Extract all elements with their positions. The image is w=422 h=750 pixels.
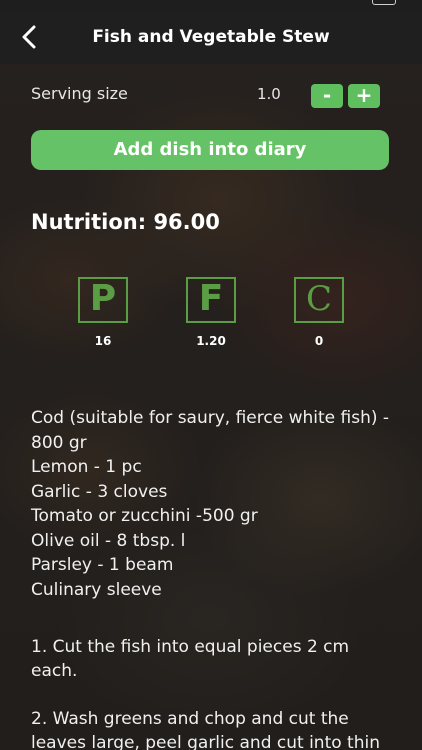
protein-letter: P xyxy=(89,278,117,319)
protein-badge: P xyxy=(78,277,128,323)
ingredient-item: Tomato or zucchini -500 gr xyxy=(31,506,258,526)
ingredients-list: Cod (suitable for saury, fierce white fi… xyxy=(31,406,396,602)
ingredient-item: Garlic - 3 cloves xyxy=(31,481,168,502)
recipe-content[interactable]: Serving size 1.0 - + Add dish into diary… xyxy=(0,64,422,750)
nav-header: Fish and Vegetable Stew xyxy=(0,10,422,64)
ingredient-item: Lemon - 1 pc xyxy=(31,457,142,477)
chevron-left-icon xyxy=(22,25,36,49)
ingredient-item: Parsley - 1 beam xyxy=(31,555,174,575)
protein-value: 16 xyxy=(94,334,112,348)
carbs-letter: C xyxy=(305,279,332,319)
serving-size-value: 1.0 xyxy=(257,85,281,103)
ingredient-item: Culinary sleeve xyxy=(31,579,162,600)
status-bar xyxy=(0,0,422,10)
nutrition-title: Nutrition: 96.00 xyxy=(31,210,220,234)
battery-icon xyxy=(372,0,396,5)
serving-size-label: Serving size xyxy=(31,84,128,103)
add-dish-button[interactable]: Add dish into diary xyxy=(31,130,389,170)
carbs-badge: C xyxy=(294,277,344,323)
ingredient-item: Olive oil - 8 tbsp. l xyxy=(31,530,186,551)
fat-letter: F xyxy=(198,278,224,319)
recipe-step: 2. Wash greens and chop and cut the leav… xyxy=(31,709,380,750)
decrease-serving-button[interactable]: - xyxy=(311,84,343,108)
ingredient-item: Cod (suitable for saury, fierce white fi… xyxy=(31,408,390,453)
recipe-step: 1. Cut the fish into equal pieces 2 cm e… xyxy=(31,637,350,681)
carbs-value: 0 xyxy=(314,334,324,348)
fat-badge: F xyxy=(186,277,236,323)
back-button[interactable] xyxy=(14,22,44,52)
increase-serving-button[interactable]: + xyxy=(348,84,380,108)
fat-value: 1.20 xyxy=(196,334,226,348)
page-title: Fish and Vegetable Stew xyxy=(92,27,330,47)
